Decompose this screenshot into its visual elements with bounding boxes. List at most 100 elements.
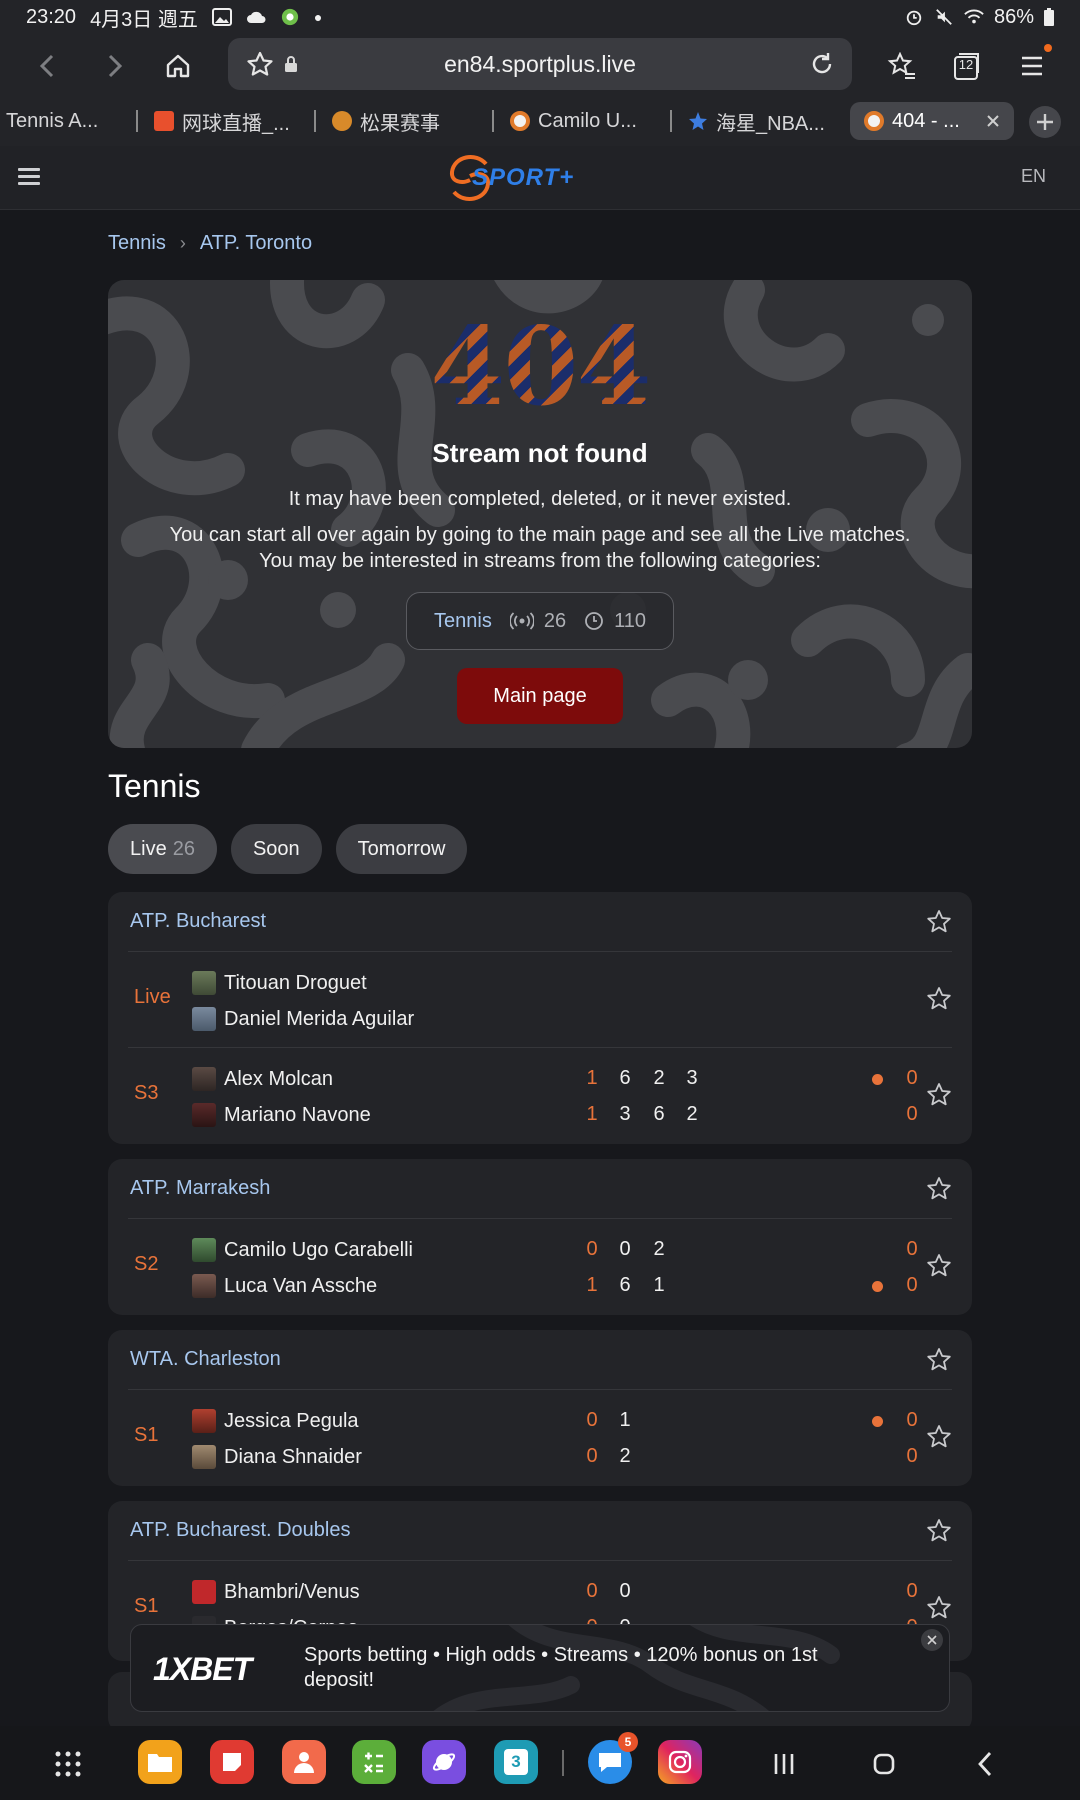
chevron-left-icon [39,54,54,78]
tab-divider [492,110,494,132]
tab-starfish-nba[interactable]: 海星_NBA... [688,102,838,140]
ad-banner-1xbet[interactable]: 1XBET Sports betting • High odds • Strea… [130,1624,950,1712]
mute-icon [936,9,952,25]
tab-pine-cone[interactable]: 松果赛事 [332,102,482,140]
match-row[interactable]: S3 Alex Molcan 1 6 2 3 0 Mariano Navone … [128,1048,952,1144]
league-name[interactable]: ATP. Marrakesh [130,1177,270,1200]
dock-divider [562,1750,564,1776]
battery-level: 86% [993,5,1034,28]
set-score: 0 [586,1445,598,1467]
favorite-star-icon[interactable] [926,986,952,1012]
calendar-app-icon[interactable]: 3 [494,1740,538,1784]
tab-divider [670,110,672,132]
player-avatar [192,1067,216,1091]
favorite-star-icon[interactable] [926,1518,952,1544]
favorite-star-icon[interactable] [926,909,952,935]
league-header: ATP. Marrakesh [128,1159,952,1219]
new-tab-button[interactable] [1029,106,1061,138]
match-row[interactable]: S2 Camilo Ugo Carabelli 0 0 2 0 Luca Van… [128,1219,952,1315]
point-score: 0 [906,1445,918,1467]
match-status: S3 [134,1082,159,1104]
tab-label: Tennis A... [6,109,99,132]
favorite-star-icon[interactable] [926,1176,952,1202]
home-button[interactable] [148,36,208,96]
recent-apps-icon[interactable] [764,1744,804,1784]
forward-button[interactable] [84,36,144,96]
match-row[interactable]: Live Titouan Droguet Daniel Merida Aguil… [128,952,952,1048]
player-avatar [192,1007,216,1031]
set-score: 0 [586,1580,598,1602]
person-icon [294,1752,314,1773]
serving-indicator [872,1281,883,1292]
breadcrumb-atp-toronto[interactable]: ATP. Toronto [200,232,312,255]
app-drawer-icon[interactable] [48,1744,88,1784]
sportplus-logo[interactable]: SPORT+ [448,154,632,202]
player-name: Jessica Pegula [224,1409,359,1432]
section-title: Tennis [108,768,201,804]
filter-tomorrow-button[interactable]: Tomorrow [335,824,468,874]
files-app-icon[interactable] [138,1740,182,1784]
home-nav-icon[interactable] [864,1744,904,1784]
ad-brand-logo: 1XBET [153,1651,252,1687]
league-name[interactable]: ATP. Bucharest. Doubles [130,1519,351,1542]
chevron-right-icon: › [179,233,186,253]
notes-app-icon[interactable] [210,1740,254,1784]
set-score: 1 [653,1274,665,1296]
filter-soon-button[interactable]: Soon [230,824,322,874]
set-score: 0 [586,1238,598,1260]
language-switcher[interactable]: EN [1021,166,1046,187]
league-name[interactable]: ATP. Bucharest [130,910,266,933]
favorite-star-icon[interactable] [926,1082,952,1108]
close-icon [927,1635,937,1645]
browser-menu-button[interactable] [1002,36,1062,96]
back-nav-icon[interactable] [966,1744,1006,1784]
point-score: 0 [906,1274,918,1296]
messages-app-icon[interactable]: 5 [588,1732,638,1784]
calculator-app-icon[interactable] [352,1740,396,1784]
favorite-star-icon[interactable] [926,1424,952,1450]
filter-live-button[interactable]: Live 26 [108,824,217,874]
favorite-star-icon[interactable] [926,1347,952,1373]
bookmarks-star-list-icon [887,52,915,79]
back-button[interactable] [18,36,78,96]
close-tab-icon[interactable] [986,114,1000,128]
site-menu-button[interactable] [18,168,40,186]
reload-icon[interactable] [808,50,836,78]
player-name: Camilo Ugo Carabelli [224,1238,413,1261]
breadcrumb-tennis[interactable]: Tennis [108,232,166,255]
set-score: 0 [586,1409,598,1431]
cloud-icon [246,11,266,23]
chevron-right-icon [108,54,123,78]
filter-live-count: 26 [172,837,195,860]
favorite-star-icon[interactable] [926,1595,952,1621]
tab-tennis[interactable]: Tennis A... [6,102,106,140]
contacts-app-icon[interactable] [282,1740,326,1784]
camera-icon [668,1750,692,1774]
player-avatar [192,971,216,995]
ad-close-button[interactable] [921,1629,943,1651]
player-row: Titouan Droguet [192,968,892,998]
bookmarks-button[interactable] [872,36,932,96]
match-status: S1 [134,1595,159,1617]
notification-badge: 5 [618,1732,638,1752]
address-bar[interactable]: en84.sportplus.live [228,38,852,90]
tab-404-active[interactable]: 404 - ... [850,102,1014,140]
main-page-button[interactable]: Main page [457,668,623,724]
point-score: 0 [906,1238,918,1260]
instagram-app-icon[interactable] [658,1740,702,1784]
player-name: Luca Van Assche [224,1274,378,1297]
tab-switcher-button[interactable]: 12 [936,36,996,96]
tab-tennis-live-cn[interactable]: 网球直播_... [154,102,304,140]
match-status: S2 [134,1253,159,1275]
menu-update-dot [1044,44,1052,52]
plus-icon [1037,114,1053,130]
internet-app-icon[interactable] [422,1740,466,1784]
favorite-star-icon[interactable] [926,1253,952,1279]
clock-icon [585,612,603,630]
match-row[interactable]: S1 Jessica Pegula 0 1 0 Diana Shnaider 0… [128,1390,952,1486]
category-tennis-pill[interactable]: Tennis 26 110 [406,592,674,650]
calendar-day: 3 [504,1749,528,1775]
tab-camilo[interactable]: Camilo U... [510,102,660,140]
league-name[interactable]: WTA. Charleston [130,1348,281,1371]
set-score: 3 [619,1103,631,1125]
